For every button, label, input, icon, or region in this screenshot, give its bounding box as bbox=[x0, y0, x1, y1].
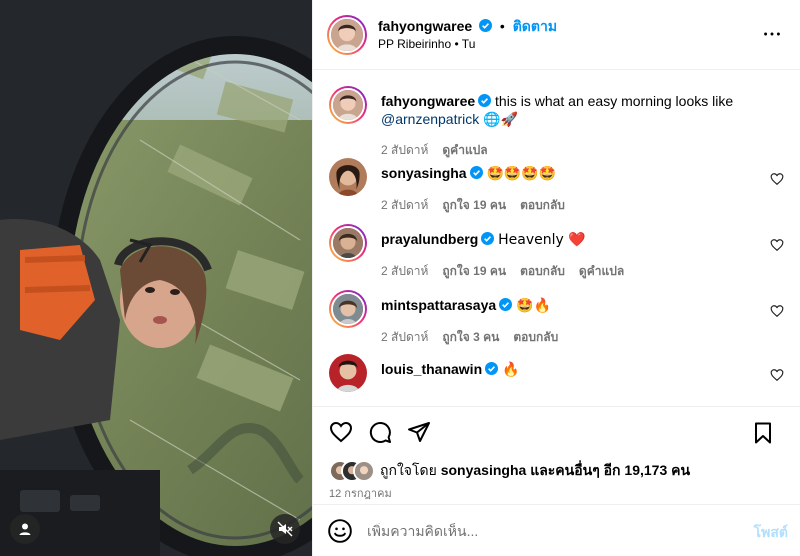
user-tag-icon bbox=[19, 523, 31, 535]
caption-translate-button[interactable]: ดูคำแปล bbox=[442, 141, 487, 159]
verified-badge-icon bbox=[478, 94, 492, 107]
smiley-icon[interactable] bbox=[327, 518, 353, 544]
comment-likes-count[interactable]: ถูกใจ 19 คน bbox=[442, 196, 506, 214]
caption-text: this is what an easy morning looks like bbox=[495, 93, 734, 109]
post-location[interactable]: PP Ribeirinho • Tu bbox=[378, 35, 557, 53]
comment-input[interactable] bbox=[367, 522, 697, 539]
caption-avatar[interactable] bbox=[329, 86, 367, 124]
separator-dot: • bbox=[499, 17, 505, 34]
comment-time[interactable]: 2 สัปดาห์ bbox=[381, 262, 428, 280]
add-comment-bar: โพสต์ bbox=[313, 504, 800, 556]
author-avatar[interactable] bbox=[327, 14, 367, 55]
comment-item: mintspattarasaya 🤩🔥 2 สัปดาห์ ถูกใจ 3 คน… bbox=[329, 290, 784, 354]
comment-text: 🔥 bbox=[502, 362, 520, 378]
caption-emoji: 🌐🚀 bbox=[483, 112, 519, 128]
comment-text: 🤩🤩🤩🤩 bbox=[486, 166, 557, 182]
likes-summary: ถูกใจโดย sonyasingha และคนอื่นๆ อีก 19,1… bbox=[313, 456, 800, 484]
share-button[interactable] bbox=[405, 418, 433, 446]
commenter-username[interactable]: mintspattarasaya bbox=[381, 297, 496, 313]
user-tag-button[interactable] bbox=[10, 514, 40, 544]
comment-like-heart-icon[interactable] bbox=[770, 368, 784, 382]
comment-item: louis_thanawin 🔥 bbox=[329, 354, 784, 394]
comment-item: prayalundberg Heavenly ❤️ 2 สัปดาห์ ถูกใ… bbox=[329, 224, 784, 290]
post-viewer: fahyongwaree • ติดตาม PP Ribeirinho • Tu bbox=[0, 0, 800, 556]
more-horizontal-icon bbox=[764, 32, 780, 36]
commenter-avatar[interactable] bbox=[329, 158, 367, 196]
post-caption: fahyongwaree this is what an easy mornin… bbox=[329, 86, 784, 158]
comment-translate-button[interactable]: ดูคำแปล bbox=[579, 262, 624, 280]
comment-reply-button[interactable]: ตอบกลับ bbox=[520, 262, 565, 280]
caption-mention[interactable]: @arnzenpatrick bbox=[381, 111, 479, 127]
commenter-avatar[interactable] bbox=[329, 224, 367, 262]
verified-badge-icon bbox=[469, 166, 483, 179]
more-options-button[interactable] bbox=[760, 22, 784, 46]
post-comment-button[interactable]: โพสต์ bbox=[754, 522, 788, 544]
video-frame bbox=[0, 0, 312, 556]
post-video[interactable] bbox=[0, 0, 312, 556]
commenter-username[interactable]: sonyasingha bbox=[381, 165, 467, 181]
commenter-avatar[interactable] bbox=[329, 290, 367, 328]
comment-like-heart-icon[interactable] bbox=[770, 304, 784, 318]
verified-badge-icon bbox=[499, 298, 513, 311]
likes-others-count[interactable]: และคนอื่นๆ อีก 19,173 คน bbox=[530, 462, 690, 478]
comment-like-heart-icon[interactable] bbox=[770, 238, 784, 252]
comment-text: 🤩🔥 bbox=[516, 298, 551, 314]
comment-likes-count[interactable]: ถูกใจ 19 คน bbox=[442, 262, 506, 280]
speaker-muted-icon bbox=[277, 521, 293, 537]
paper-plane-icon bbox=[408, 421, 430, 442]
post-date[interactable]: 12 กรกฎาคม bbox=[313, 484, 800, 504]
comments-list: fahyongwaree this is what an easy mornin… bbox=[313, 70, 800, 406]
comment-item: sonyasingha 🤩🤩🤩🤩 2 สัปดาห์ ถูกใจ 19 คน ต… bbox=[329, 158, 784, 224]
commenter-avatar[interactable] bbox=[329, 354, 367, 392]
action-bar bbox=[313, 406, 800, 456]
verified-badge-icon bbox=[479, 18, 493, 32]
follow-button[interactable]: ติดตาม bbox=[513, 18, 557, 34]
mute-button[interactable] bbox=[270, 514, 300, 544]
like-button[interactable] bbox=[327, 418, 355, 446]
comment-like-heart-icon[interactable] bbox=[770, 172, 784, 186]
comment-time[interactable]: 2 สัปดาห์ bbox=[381, 328, 428, 346]
verified-badge-icon bbox=[481, 232, 495, 245]
author-username[interactable]: fahyongwaree bbox=[378, 18, 472, 34]
likes-first-user[interactable]: sonyasingha bbox=[441, 462, 527, 478]
commenter-username[interactable]: prayalundberg bbox=[381, 231, 478, 247]
comment-reply-button[interactable]: ตอบกลับ bbox=[520, 196, 565, 214]
comment-time[interactable]: 2 สัปดาห์ bbox=[381, 196, 428, 214]
bookmark-icon bbox=[755, 422, 771, 444]
post-header: fahyongwaree • ติดตาม PP Ribeirinho • Tu bbox=[313, 0, 800, 70]
liker-avatar bbox=[353, 460, 375, 482]
comment-text: Heavenly ❤️ bbox=[498, 232, 586, 248]
comment-reply-button[interactable]: ตอบกลับ bbox=[513, 328, 558, 346]
comment-button[interactable] bbox=[366, 418, 394, 446]
likes-prefix: ถูกใจโดย bbox=[380, 462, 437, 478]
caption-username[interactable]: fahyongwaree bbox=[381, 93, 475, 109]
commenter-username[interactable]: louis_thanawin bbox=[381, 361, 482, 377]
comment-bubble-icon bbox=[369, 421, 391, 443]
post-details-panel: fahyongwaree • ติดตาม PP Ribeirinho • Tu bbox=[312, 0, 800, 556]
comment-likes-count[interactable]: ถูกใจ 3 คน bbox=[442, 328, 499, 346]
save-button[interactable] bbox=[749, 419, 777, 447]
verified-badge-icon bbox=[485, 362, 499, 375]
caption-time[interactable]: 2 สัปดาห์ bbox=[381, 141, 428, 159]
heart-icon bbox=[329, 421, 353, 442]
liker-avatars bbox=[329, 460, 375, 482]
